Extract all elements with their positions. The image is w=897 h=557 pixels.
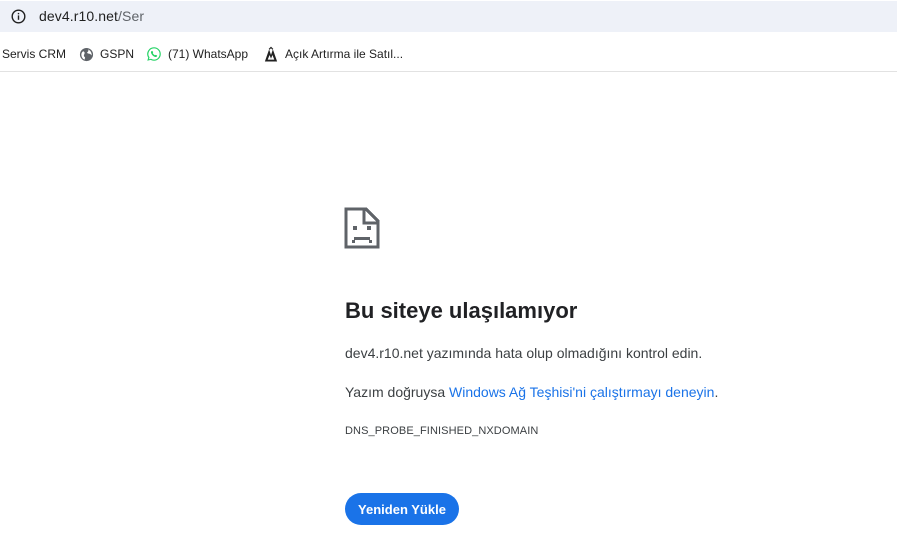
suggestion-suffix: . [714,384,719,400]
error-suggestion-diagnostics: Yazım doğruysa Windows Ağ Teşhisi'ni çal… [345,384,718,400]
sad-document-icon [344,207,380,249]
info-icon[interactable] [11,9,26,24]
omnibox[interactable]: dev4.r10.net/Ser [0,1,897,32]
network-diagnostics-link[interactable]: Windows Ağ Teşhisi'ni çalıştırmayı deney… [449,384,714,400]
url-text[interactable]: dev4.r10.net/Ser [39,8,144,24]
bookmark-acik-artirma[interactable]: Açık Artırma ile Satıl... [263,44,403,64]
url-host: dev4.r10.net [39,8,119,24]
auction-icon [263,46,279,62]
error-code: DNS_PROBE_FINISHED_NXDOMAIN [345,425,539,437]
address-bar-row: dev4.r10.net/Ser [0,0,897,34]
bookmark-label: GSPN [100,47,135,61]
suggestion-prefix: Yazım doğruysa [345,384,450,400]
globe-icon [78,46,94,62]
reload-button[interactable]: Yeniden Yükle [345,493,459,525]
error-suggestion-spelling: dev4.r10.net yazımında hata olup olmadığ… [345,345,703,361]
bookmark-label: (71) WhatsApp [168,47,249,61]
bookmark-label: Servis CRM [2,47,67,61]
bookmarks-bar: Servis CRM GSPN (71) WhatsApp Açık Artır… [0,36,897,72]
url-path: /Ser [118,8,145,24]
bookmark-servis-crm[interactable]: Servis CRM [2,44,66,64]
bookmark-label: Açık Artırma ile Satıl... [285,47,404,61]
bookmark-gspn[interactable]: GSPN [78,44,134,64]
error-title: Bu siteye ulaşılamıyor [345,298,578,323]
whatsapp-icon [146,46,162,62]
bookmark-whatsapp[interactable]: (71) WhatsApp [146,44,248,64]
